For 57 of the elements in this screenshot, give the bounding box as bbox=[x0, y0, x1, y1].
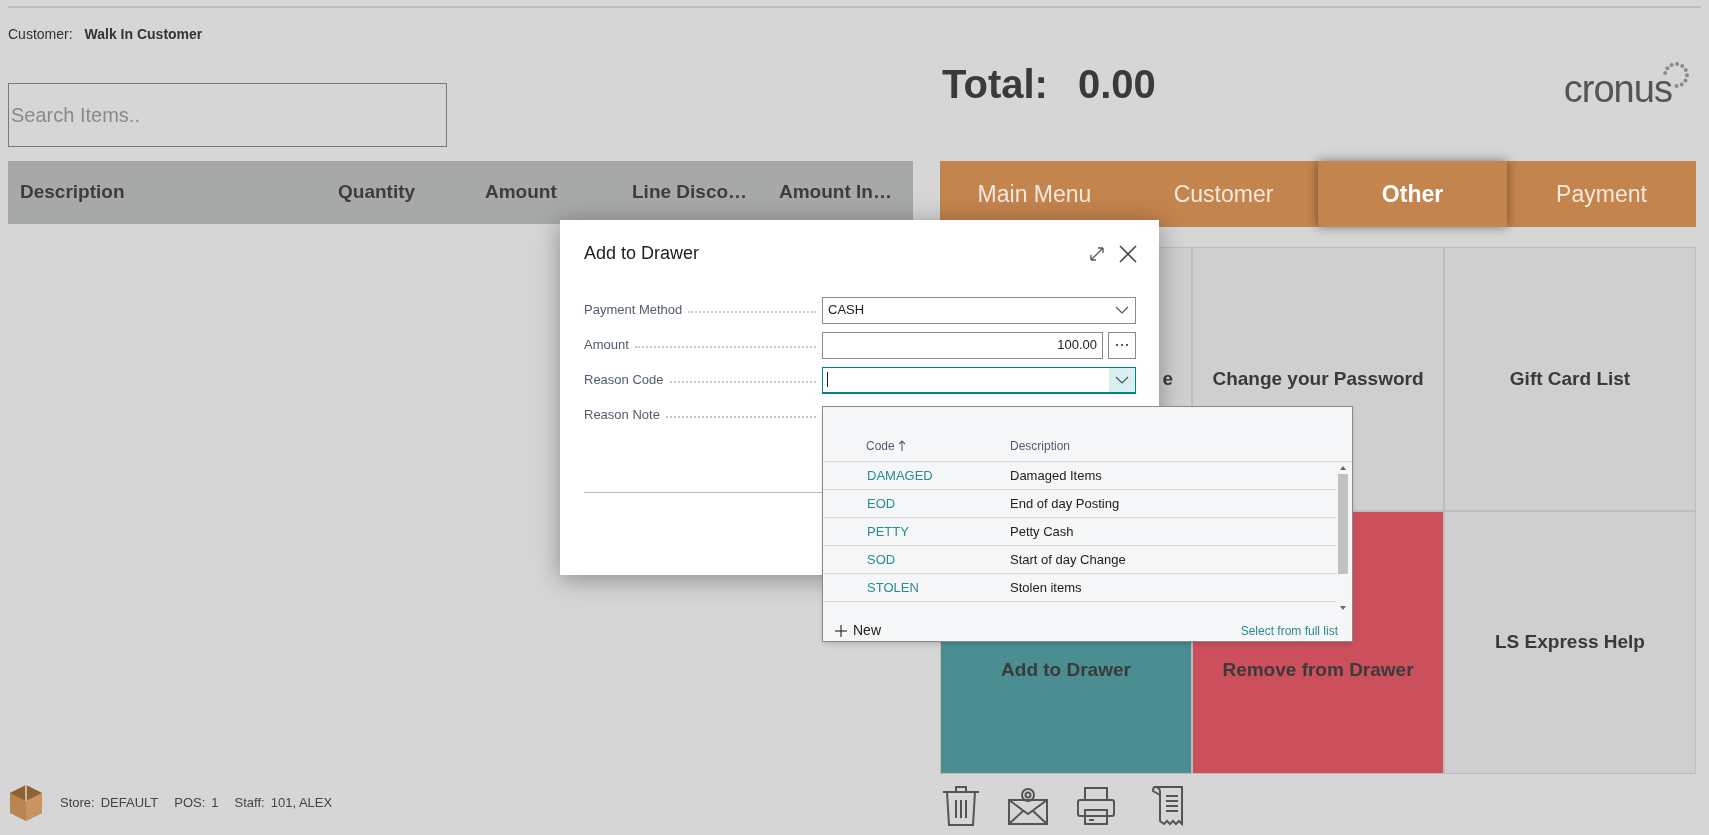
description-text: Stolen items bbox=[1010, 579, 1082, 595]
column-header[interactable]: Description bbox=[20, 181, 125, 203]
code-text: STOLEN bbox=[867, 579, 919, 595]
description-text: End of day Posting bbox=[1010, 495, 1120, 511]
amount-field[interactable]: 100.00 bbox=[822, 331, 1103, 359]
plus-icon bbox=[835, 624, 847, 637]
code-text: SOD bbox=[867, 551, 896, 567]
column-header[interactable]: Code bbox=[866, 437, 895, 455]
total-value: 0.00 bbox=[1077, 61, 1156, 108]
list-row[interactable]: SOD Start of day Change bbox=[823, 546, 1336, 574]
dialog-title: Add to Drawer bbox=[584, 242, 700, 265]
close-icon[interactable] bbox=[1119, 244, 1137, 263]
status-label: Staff: bbox=[234, 794, 265, 813]
code-text: DAMAGED bbox=[867, 467, 933, 483]
logo-text: cronus bbox=[1563, 70, 1672, 108]
column-header[interactable]: Line Disco… bbox=[632, 181, 748, 203]
list-row[interactable]: DAMAGED Damaged Items bbox=[823, 462, 1336, 490]
more-button[interactable] bbox=[1108, 331, 1136, 359]
description-text: Start of day Change bbox=[1010, 551, 1126, 567]
column-header[interactable]: Amount In… bbox=[779, 181, 892, 203]
customer-label: Customer: bbox=[8, 24, 73, 44]
dropdown-field[interactable] bbox=[822, 366, 1136, 394]
field-label: Amount bbox=[584, 336, 629, 355]
column-header[interactable]: Amount bbox=[485, 181, 557, 203]
status-label: POS: bbox=[174, 794, 206, 813]
trash-icon[interactable] bbox=[942, 786, 980, 826]
action-tile[interactable]: LS Express Help bbox=[1445, 511, 1695, 773]
action-tile[interactable]: Gift Card List bbox=[1445, 248, 1695, 510]
status-label: Store: bbox=[60, 794, 95, 813]
field-label: Payment Method bbox=[584, 301, 683, 320]
box-icon bbox=[8, 783, 44, 823]
list-row[interactable]: STOLEN Stolen items bbox=[823, 574, 1336, 602]
dropdown-field[interactable]: CASH bbox=[822, 296, 1136, 324]
new-button[interactable]: New bbox=[835, 620, 881, 641]
code-text: PETTY bbox=[867, 523, 909, 539]
list-row[interactable]: PETTY Petty Cash bbox=[823, 518, 1336, 546]
ellipsis-icon bbox=[1114, 342, 1130, 348]
field-label: Reason Code bbox=[584, 371, 664, 390]
code-text: EOD bbox=[867, 495, 896, 511]
description-text: Petty Cash bbox=[1010, 523, 1074, 539]
receipt-icon[interactable] bbox=[1152, 786, 1184, 826]
description-text: Damaged Items bbox=[1010, 467, 1102, 483]
customer-name: Walk In Customer bbox=[84, 24, 203, 44]
total-label: Total: bbox=[942, 61, 1048, 108]
list-row[interactable]: EOD End of day Posting bbox=[823, 490, 1336, 518]
printer-icon[interactable] bbox=[1076, 786, 1116, 826]
search-field[interactable]: Search Items.. bbox=[8, 83, 447, 147]
status-value: 101, ALEX bbox=[270, 794, 333, 813]
status-value: DEFAULT bbox=[100, 794, 159, 813]
status-value: 1 bbox=[211, 794, 219, 813]
column-header[interactable]: Description bbox=[1010, 437, 1071, 455]
field-label: Reason Note bbox=[584, 406, 660, 425]
full-list-link[interactable]: Select from full list bbox=[1240, 621, 1338, 640]
expand-icon[interactable] bbox=[1089, 245, 1105, 262]
email-icon[interactable] bbox=[1008, 786, 1048, 826]
text-cursor bbox=[827, 372, 828, 387]
column-header[interactable]: Quantity bbox=[338, 181, 416, 203]
